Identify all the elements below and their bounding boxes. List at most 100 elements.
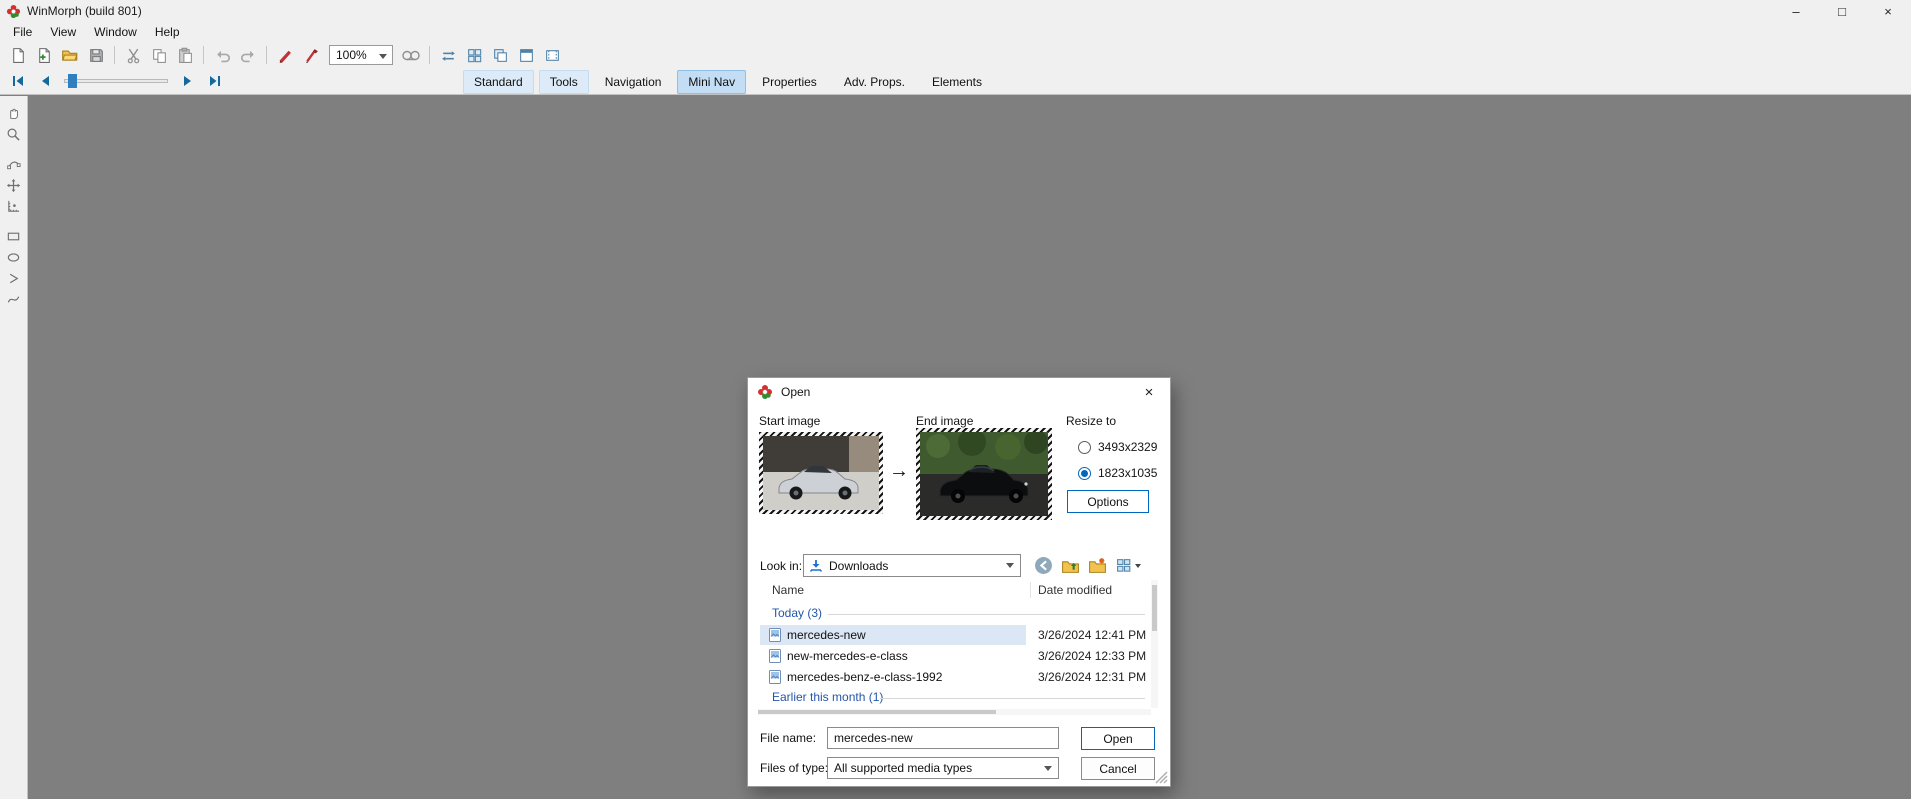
column-separator[interactable] [1030,582,1031,598]
tab-mini-nav[interactable]: Mini Nav [677,70,747,94]
undo-button[interactable] [209,44,235,66]
file-row-mercedes-new[interactable]: mercedes-new 3/26/2024 12:41 PM [760,625,1149,645]
toolbar-tabs: Standard Tools Navigation Mini Nav Prope… [463,70,993,94]
maximize-button[interactable]: □ [1819,0,1865,22]
zoom-tool-button[interactable] [3,124,25,145]
file-row-mercedes-benz-e-class-1992[interactable]: mercedes-benz-e-class-1992 3/26/2024 12:… [760,667,1149,687]
resize-option-3493x2329[interactable]: 3493x2329 [1078,439,1157,455]
radio-unselected-icon[interactable] [1078,440,1091,454]
redo-button[interactable] [235,44,261,66]
menu-view[interactable]: View [41,23,85,41]
resize-option-label: 3493x2329 [1098,440,1158,454]
node-edit-tool-button[interactable] [3,154,25,175]
save-button[interactable] [83,44,109,66]
look-in-combo[interactable]: Downloads [803,554,1021,577]
cancel-button[interactable]: Cancel [1081,757,1155,780]
tab-properties[interactable]: Properties [751,70,828,94]
group-header-today[interactable]: Today (3) [772,606,822,620]
undo-icon [216,50,230,62]
ellipse-tool-button[interactable] [3,247,25,268]
file-row-new-mercedes-e-class[interactable]: new-mercedes-e-class 3/26/2024 12:33 PM [760,646,1149,666]
movie-button[interactable] [398,44,424,66]
file-name-input[interactable] [827,727,1059,749]
tab-elements[interactable]: Elements [921,70,993,94]
cut-scissors-icon [127,48,139,63]
movie-icon [402,50,420,60]
minimize-button[interactable]: – [1773,0,1819,22]
resize-grip-icon[interactable] [1155,771,1168,784]
open-button[interactable]: Open [1081,727,1155,750]
preview-button[interactable] [298,44,324,66]
paste-icon [178,47,192,63]
coordinates-tool-button[interactable] [3,196,25,217]
tile-window-icon [519,48,533,62]
move-tool-button[interactable] [3,175,25,196]
cut-button[interactable] [120,44,146,66]
morph-direction-arrow: → [889,460,909,482]
file-list-vertical-scrollbar[interactable] [1151,580,1158,708]
rectangle-tool-button[interactable] [3,226,25,247]
tab-navigation[interactable]: Navigation [594,70,673,94]
zoom-level-combo[interactable]: 100% [329,45,393,65]
new-project-button[interactable] [31,44,57,66]
new-folder-icon [1089,558,1106,573]
open-button-toolbar[interactable] [57,44,83,66]
hand-tool-button[interactable] [3,103,25,124]
menu-file[interactable]: File [4,23,41,41]
new-file-button[interactable] [5,44,31,66]
move-icon [6,178,21,193]
tab-adv-props[interactable]: Adv. Props. [833,70,916,94]
hand-icon [10,108,18,120]
coordinates-icon [8,200,20,212]
column-header-name[interactable]: Name [772,583,804,597]
file-list[interactable]: Name Date modified Today (3) mercedes-ne… [758,580,1151,708]
up-one-level-button[interactable] [1059,555,1082,577]
film-frame-button[interactable] [539,44,565,66]
grid-view-button[interactable] [461,44,487,66]
files-of-type-select[interactable]: All supported media types [827,757,1059,779]
frame-slider[interactable] [64,70,168,92]
end-image-thumbnail[interactable] [916,428,1052,520]
file-name-cell: new-mercedes-e-class [760,646,1026,666]
curve-tool-button[interactable] [3,289,25,310]
overlay-view-button[interactable] [487,44,513,66]
next-frame-icon [183,76,191,86]
group-header-earlier[interactable]: Earlier this month (1) [772,690,883,704]
tab-standard[interactable]: Standard [463,70,534,94]
next-frame-button[interactable] [174,70,201,92]
dialog-title-bar: Open × [748,378,1170,406]
radio-selected-icon[interactable] [1078,466,1091,480]
back-button[interactable] [1032,555,1055,577]
horizontal-scrollbar-thumb[interactable] [758,710,996,714]
column-header-date[interactable]: Date modified [1038,583,1112,597]
render-button[interactable] [272,44,298,66]
copy-button[interactable] [146,44,172,66]
start-image-thumbnail[interactable] [759,432,883,514]
close-button[interactable]: × [1865,0,1911,22]
paste-button[interactable] [172,44,198,66]
polyline-tool-button[interactable] [3,268,25,289]
menu-window[interactable]: Window [85,23,146,41]
swap-images-button[interactable] [435,44,461,66]
new-folder-button[interactable] [1086,555,1109,577]
menu-help[interactable]: Help [146,23,189,41]
file-list-horizontal-scrollbar[interactable] [758,709,1151,715]
options-button[interactable]: Options [1067,490,1149,513]
tab-tools[interactable]: Tools [538,70,589,94]
dialog-close-button[interactable]: × [1128,378,1170,406]
new-file-icon [12,47,24,63]
last-frame-button[interactable] [201,70,228,92]
winmorph-logo-icon [758,385,772,399]
first-frame-button[interactable] [4,70,31,92]
view-menu-button[interactable] [1113,555,1143,577]
file-name: new-mercedes-e-class [787,649,908,663]
vertical-scrollbar-thumb[interactable] [1152,585,1157,631]
tile-window-button[interactable] [513,44,539,66]
file-date: 3/26/2024 12:33 PM [1038,649,1147,663]
frame-slider-thumb[interactable] [68,74,77,88]
resize-to-label: Resize to [1066,414,1117,428]
previous-frame-button[interactable] [31,70,58,92]
zoom-level-value: 100% [336,48,367,62]
file-date: 3/26/2024 12:41 PM [1038,628,1147,642]
resize-option-1823x1035[interactable]: 1823x1035 [1078,465,1157,481]
